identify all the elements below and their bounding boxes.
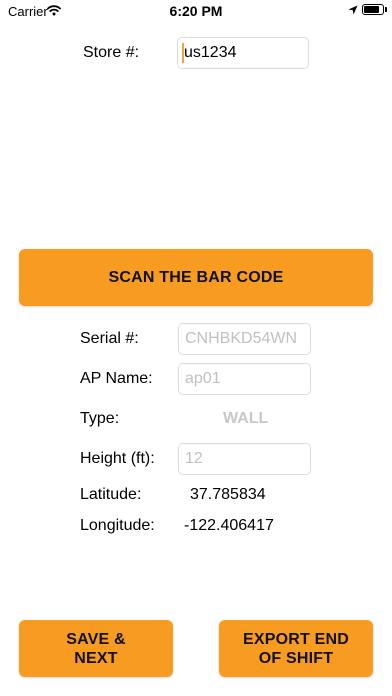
text-cursor — [182, 43, 184, 63]
serial-label: Serial #: — [80, 330, 139, 347]
location-arrow-icon — [348, 5, 358, 15]
save-next-button[interactable]: SAVE & NEXT — [19, 620, 173, 677]
export-shift-button[interactable]: EXPORT END OF SHIFT — [219, 620, 373, 677]
scan-barcode-button[interactable]: SCAN THE BAR CODE — [19, 249, 373, 306]
ap-name-input[interactable] — [178, 363, 311, 395]
ap-name-label: AP Name: — [80, 370, 153, 387]
battery-tip — [385, 7, 387, 12]
store-input[interactable] — [177, 37, 309, 69]
latitude-label: Latitude: — [80, 486, 142, 503]
clock: 6:20 PM — [169, 3, 223, 19]
longitude-value: -122.406417 — [184, 517, 274, 534]
status-bar: Carrier 6:20 PM — [0, 0, 392, 22]
height-input[interactable] — [178, 443, 311, 475]
store-label: Store #: — [83, 44, 140, 61]
battery-icon — [362, 4, 384, 15]
type-label: Type: — [80, 410, 120, 427]
height-label: Height (ft): — [80, 450, 155, 467]
serial-input[interactable] — [178, 323, 311, 355]
longitude-label: Longitude: — [80, 517, 155, 534]
type-value[interactable]: WALL — [223, 410, 268, 428]
latitude-value: 37.785834 — [190, 486, 266, 503]
